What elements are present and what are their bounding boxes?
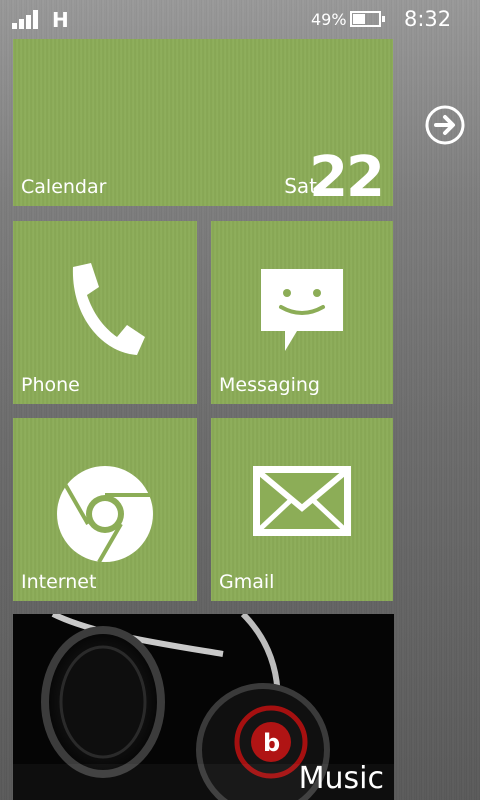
gmail-label: Gmail — [219, 571, 275, 593]
chrome-logo-icon — [55, 464, 155, 564]
battery-percent: 49% — [311, 10, 347, 29]
internet-tile[interactable]: Internet — [13, 418, 197, 601]
signal-strength-icon — [12, 9, 42, 29]
network-type: H — [52, 8, 69, 32]
calendar-tile[interactable]: Calendar Sat 22 — [13, 39, 393, 206]
smiley-speech-bubble-icon — [257, 265, 347, 353]
music-label: Music — [298, 761, 384, 796]
phone-label: Phone — [21, 374, 80, 396]
status-bar: H 49% 8:32 — [0, 0, 480, 38]
clock: 8:32 — [404, 7, 452, 31]
calendar-label: Calendar — [21, 176, 107, 198]
phone-tile[interactable]: Phone — [13, 221, 197, 404]
phone-handset-icon — [65, 261, 147, 357]
messaging-label: Messaging — [219, 374, 320, 396]
music-tile[interactable]: b Music — [13, 614, 394, 800]
internet-label: Internet — [21, 571, 97, 593]
calendar-date: 22 — [309, 145, 385, 206]
arrow-right-circle-icon[interactable] — [424, 104, 466, 146]
battery-icon — [350, 11, 385, 27]
gmail-tile[interactable]: Gmail — [211, 418, 393, 601]
messaging-tile[interactable]: Messaging — [211, 221, 393, 404]
envelope-icon — [251, 464, 353, 538]
svg-text:b: b — [263, 729, 280, 757]
